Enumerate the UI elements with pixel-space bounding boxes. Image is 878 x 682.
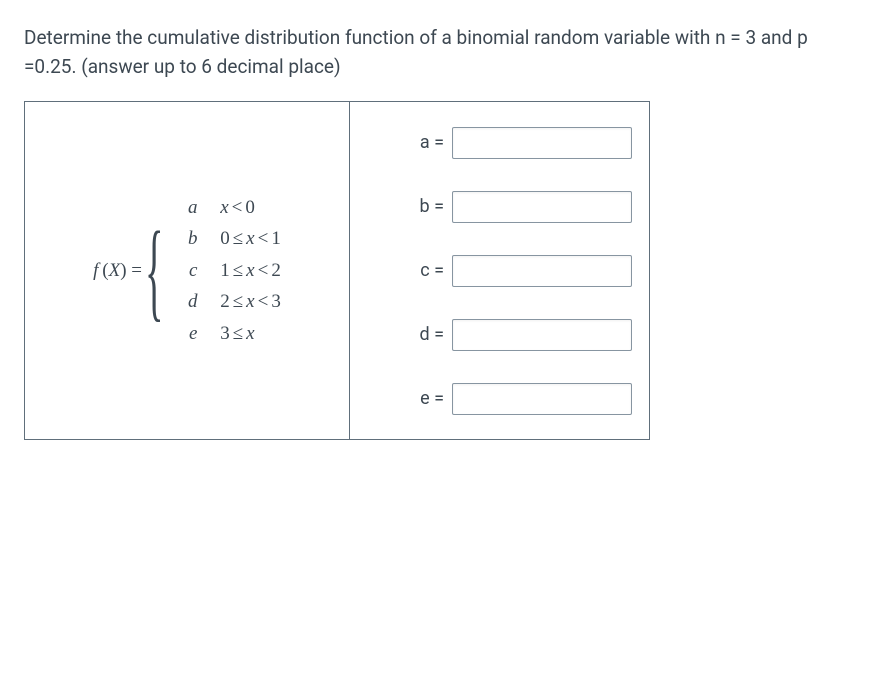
case-row: e 3≤x bbox=[169, 318, 280, 349]
question-layout-table: f (X) = { a x<0 b 0≤x<1 c 1≤x<2 bbox=[24, 101, 650, 440]
case-condition: 2≤x<3 bbox=[220, 286, 281, 317]
case-condition: 0≤x<1 bbox=[220, 223, 281, 254]
answer-input-c[interactable] bbox=[452, 255, 632, 287]
answer-row-e: e = bbox=[350, 383, 649, 415]
function-definition-cell: f (X) = { a x<0 b 0≤x<1 c 1≤x<2 bbox=[25, 102, 350, 440]
case-row: b 0≤x<1 bbox=[169, 223, 280, 254]
answer-label-e: e = bbox=[410, 388, 444, 409]
answer-input-b[interactable] bbox=[452, 191, 632, 223]
answer-label-b: b = bbox=[410, 196, 444, 217]
answer-row-a: a = bbox=[350, 127, 649, 159]
case-condition: x<0 bbox=[220, 192, 255, 223]
case-condition: 3≤x bbox=[220, 318, 254, 349]
answer-label-c: c = bbox=[410, 260, 444, 281]
left-brace: { bbox=[145, 218, 151, 323]
answer-input-e[interactable] bbox=[452, 383, 632, 415]
function-cases: a x<0 b 0≤x<1 c 1≤x<2 d 2≤x<3 bbox=[169, 192, 280, 349]
case-row: a x<0 bbox=[169, 192, 280, 223]
case-letter: a bbox=[169, 192, 197, 223]
question-text: Determine the cumulative distribution fu… bbox=[24, 24, 854, 81]
piecewise-function: f (X) = { a x<0 b 0≤x<1 c 1≤x<2 bbox=[93, 192, 281, 349]
answer-label-a: a = bbox=[410, 132, 444, 153]
answer-input-d[interactable] bbox=[452, 319, 632, 351]
answer-label-d: d = bbox=[410, 324, 444, 345]
function-prefix: f (X) = bbox=[93, 260, 142, 282]
case-letter: e bbox=[169, 318, 197, 349]
answer-row-b: b = bbox=[350, 191, 649, 223]
answer-input-a[interactable] bbox=[452, 127, 632, 159]
case-letter: c bbox=[169, 255, 197, 286]
case-letter: d bbox=[169, 286, 197, 317]
answer-row-c: c = bbox=[350, 255, 649, 287]
case-letter: b bbox=[169, 223, 197, 254]
answer-row-d: d = bbox=[350, 319, 649, 351]
case-row: d 2≤x<3 bbox=[169, 286, 280, 317]
answer-inputs-cell: a = b = c = d = e = bbox=[350, 102, 650, 440]
case-row: c 1≤x<2 bbox=[169, 255, 280, 286]
case-condition: 1≤x<2 bbox=[220, 255, 281, 286]
